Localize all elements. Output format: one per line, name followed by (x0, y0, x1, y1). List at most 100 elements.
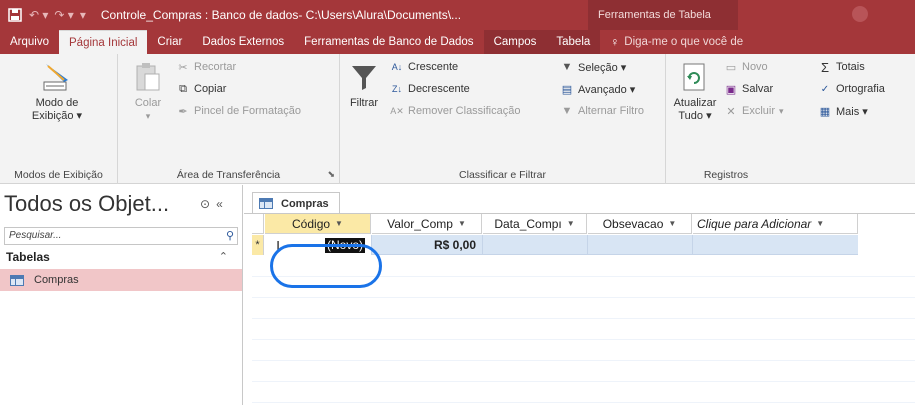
nav-item-compras[interactable]: Compras (0, 269, 242, 291)
save-record-button[interactable]: ▣ Salvar (724, 82, 773, 96)
sort-ascending-icon: A↓ (391, 62, 403, 72)
advanced-label: Avançado ▾ (578, 83, 636, 96)
more-button[interactable]: ▦ Mais ▾ (818, 104, 868, 118)
toggle-filter-button[interactable]: ▼ Alternar Filtro (560, 104, 644, 118)
view-label-1: Modo de (35, 97, 79, 109)
delete-icon: ✕ (726, 105, 736, 118)
column-header-label: Valor_Comp (387, 216, 453, 231)
group-label-records: Registros (703, 169, 749, 181)
remove-sort-button[interactable]: A✕ Remover Classificação (390, 104, 520, 118)
tab-ferramentas-bd[interactable]: Ferramentas de Banco de Dados (294, 30, 483, 54)
datasheet-grid: Código ▼ Valor_Comp ▼ Data_Compı ▼ Obsevaca… (252, 214, 915, 405)
column-header-label: Código (292, 216, 331, 231)
decorative-icon (852, 6, 868, 22)
nav-category-label: Tabelas (6, 250, 50, 264)
delete-record-button[interactable]: ✕ Excluir ▾ (724, 104, 783, 118)
cell-obsevacao[interactable] (588, 235, 693, 255)
ribbon: Modo de Exibição ▾ Modos de Exibição Col… (0, 54, 915, 184)
paintbrush-icon: ✒ (178, 105, 188, 118)
nav-item-label: Compras (34, 274, 79, 286)
tab-campos[interactable]: Campos (483, 30, 547, 54)
collapse-pane-icon[interactable]: « (216, 197, 223, 211)
chevron-down-icon[interactable]: ▼ (567, 219, 575, 228)
new-record-label: Novo (742, 61, 768, 73)
navigation-pane: Todos os Objet... ⊙ « Pesquisar... ⚲ Tab… (0, 185, 243, 405)
totals-button[interactable]: Σ Totais (818, 60, 865, 75)
table-tools-context: Ferramentas de Tabela (588, 0, 738, 30)
nav-menu-icon[interactable]: ⊙ (200, 197, 210, 211)
column-header-label: Data_Compı (494, 216, 562, 231)
document-area: Compras Código ▼ Valor_Comp ▼ Data_Compı ▼ … (244, 185, 915, 405)
tab-tabela[interactable]: Tabela (546, 30, 601, 54)
group-label-views: Modos de Exibição (14, 169, 103, 181)
chevron-down-icon[interactable]: ▼ (816, 219, 824, 228)
chevron-down-icon[interactable]: ▼ (458, 219, 466, 228)
lightbulb-icon: ♀ (610, 35, 620, 49)
tab-dados-externos[interactable]: Dados Externos (192, 30, 294, 54)
advanced-button[interactable]: ▤ Avançado ▾ (560, 82, 636, 96)
format-painter-button[interactable]: ✒ Pincel de Formatação (176, 104, 301, 118)
spelling-button[interactable]: ✓ Ortografia (818, 82, 885, 96)
undo-icon[interactable]: ↶ ▾ (29, 8, 48, 22)
chevron-down-icon[interactable]: ▼ (668, 219, 676, 228)
view-button[interactable]: Modo de Exibição ▾ (22, 60, 92, 123)
cell-valor[interactable]: R$ 0,00 (372, 235, 483, 255)
totals-label: Totais (836, 61, 865, 73)
column-header-codigo[interactable]: Código ▼ (265, 214, 371, 234)
dialog-launcher-icon[interactable]: ⬊ (327, 169, 335, 180)
document-tab-compras[interactable]: Compras (252, 192, 340, 214)
save-icon[interactable] (4, 4, 26, 26)
scissors-icon: ✂ (178, 61, 188, 74)
descending-button[interactable]: Z↓ Decrescente (390, 82, 470, 96)
save-record-label: Salvar (742, 83, 774, 95)
design-view-icon (43, 64, 68, 91)
copy-button[interactable]: ⧉ Copiar (176, 82, 226, 96)
customize-quick-access-icon[interactable]: ▾ (80, 8, 86, 22)
more-grid-icon: ▦ (819, 105, 831, 118)
copy-label: Copiar (194, 83, 227, 95)
tab-arquivo[interactable]: Arquivo (0, 30, 59, 54)
selection-button[interactable]: ▼ Seleção ▾ (560, 60, 627, 74)
format-painter-label: Pincel de Formatação (194, 105, 301, 117)
nav-pane-title[interactable]: Todos os Objet... (4, 191, 169, 217)
collapse-category-icon[interactable]: ⌃ (219, 250, 228, 263)
table-icon (10, 274, 24, 286)
advanced-filter-icon: ▤ (561, 83, 573, 96)
filter-label: Filtrar (349, 97, 379, 109)
cut-button[interactable]: ✂ Recortar (176, 60, 236, 74)
tab-criar[interactable]: Criar (147, 30, 192, 54)
toggle-filter-label: Alternar Filtro (578, 105, 645, 117)
cut-label: Recortar (194, 61, 237, 73)
column-header-data[interactable]: Data_Compı ▼ (483, 214, 587, 234)
clear-sort-icon: A✕ (390, 105, 404, 116)
column-header-add[interactable]: Clique para Adicionar ▼ (693, 214, 858, 234)
paste-label: Colar (134, 97, 162, 109)
document-tab-label: Compras (281, 197, 329, 210)
descending-label: Decrescente (408, 83, 470, 95)
nav-search-placeholder: Pesquisar... (9, 230, 62, 241)
spelling-check-icon: ✓ (820, 83, 830, 95)
search-icon[interactable]: ⚲ (226, 229, 234, 242)
sort-descending-icon: Z↓ (392, 84, 402, 94)
record-selector[interactable]: * (252, 235, 264, 255)
tell-me-search[interactable]: ♀ Diga-me o que você de (600, 30, 753, 54)
cell-data[interactable] (483, 235, 588, 255)
copy-icon: ⧉ (179, 82, 187, 95)
refresh-label-2: Tudo ▾ (678, 110, 712, 122)
ascending-button[interactable]: A↓ Crescente (390, 60, 458, 74)
redo-icon[interactable]: ↷ ▾ (54, 8, 73, 22)
nav-search-input[interactable]: Pesquisar... ⚲ (4, 227, 238, 245)
new-record-button[interactable]: ▭ Novo (724, 60, 768, 74)
paste-button[interactable]: Colar ▾ (128, 60, 168, 123)
chevron-down-icon[interactable]: ▼ (335, 219, 343, 228)
column-header-valor[interactable]: Valor_Comp ▼ (372, 214, 482, 234)
column-header-obsevacao[interactable]: Obsevacao ▼ (588, 214, 692, 234)
select-all-corner[interactable] (252, 214, 264, 234)
tab-pagina-inicial[interactable]: Página Inicial (59, 30, 148, 54)
refresh-all-button[interactable]: Atualizar Tudo ▾ (672, 60, 718, 123)
nav-category-tables[interactable]: Tabelas ⌃ (0, 247, 242, 267)
filter-button[interactable]: Filtrar (344, 60, 384, 110)
table-icon (259, 198, 273, 209)
group-records: Atualizar Tudo ▾ ▭ Novo ▣ Salvar ✕ Exclu… (666, 54, 915, 184)
title-bar: ↶ ▾ ↷ ▾ ▾ Controle_Compras : Banco de da… (0, 0, 915, 30)
